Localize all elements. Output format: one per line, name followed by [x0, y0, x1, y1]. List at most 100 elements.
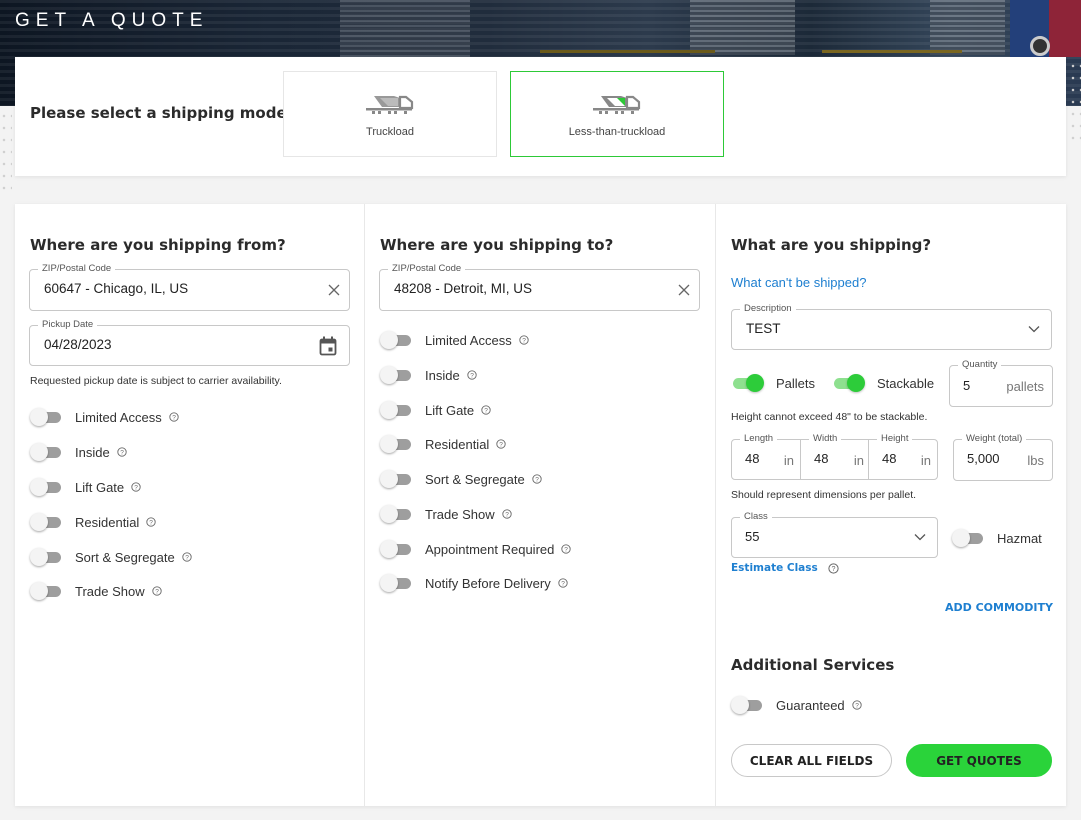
origin-service-limited-access[interactable]: Limited Access ?	[30, 407, 179, 427]
toggle-label: Sort & Segregate	[75, 549, 175, 565]
svg-text:?: ?	[470, 372, 474, 379]
hazmat-toggle[interactable]	[952, 528, 984, 548]
help-icon[interactable]: ?	[169, 412, 179, 422]
additional-service-guaranteed[interactable]: Guaranteed ?	[731, 695, 862, 715]
calendar-icon[interactable]	[319, 336, 337, 356]
mode-option-truckload[interactable]: Truckload	[283, 71, 497, 157]
class-select[interactable]: Class 55	[731, 511, 938, 558]
origin-zip-field[interactable]: ZIP/Postal Code 60647 - Chicago, IL, US	[29, 263, 350, 311]
get-quotes-button[interactable]: GET QUOTES	[906, 744, 1052, 777]
svg-text:?: ?	[522, 337, 526, 344]
pickup-date-field[interactable]: Pickup Date 04/28/2023	[29, 319, 350, 366]
quantity-unit: pallets	[1006, 379, 1044, 394]
svg-text:?: ?	[505, 511, 509, 518]
help-icon[interactable]: ?	[151, 586, 162, 596]
destination-service-trade-show[interactable]: Trade Show ?	[380, 504, 512, 524]
toggle-switch[interactable]	[731, 695, 763, 715]
toggle-switch[interactable]	[380, 573, 412, 593]
quantity-field[interactable]: Quantity 5 pallets	[949, 359, 1053, 407]
commodity-title: What are you shipping?	[731, 236, 932, 254]
toggle-switch[interactable]	[30, 512, 62, 532]
height-unit: in	[920, 453, 931, 468]
toggle-switch[interactable]	[380, 400, 412, 420]
toggle-switch[interactable]	[380, 539, 412, 559]
toggle-label: Appointment Required	[425, 541, 555, 557]
destination-service-notify-before-delivery[interactable]: Notify Before Delivery ?	[380, 573, 568, 593]
help-icon[interactable]: ?	[852, 700, 862, 710]
stackable-note: Height cannot exceed 48" to be stackable…	[731, 411, 928, 423]
hazmat-toggle-row[interactable]: Hazmat	[952, 528, 1042, 548]
quote-form: Where are you shipping from? ZIP/Postal …	[15, 204, 1066, 806]
help-icon[interactable]: ?	[501, 509, 512, 519]
destination-section: Where are you shipping to? ZIP/Postal Co…	[365, 204, 716, 806]
length-field[interactable]: Length 48 in	[731, 433, 801, 480]
svg-text:?: ?	[855, 702, 859, 709]
toggle-switch[interactable]	[380, 434, 412, 454]
destination-service-sort-segregate[interactable]: Sort & Segregate ?	[380, 469, 542, 489]
destination-zip-label: ZIP/Postal Code	[388, 263, 466, 275]
help-icon[interactable]: ?	[561, 544, 572, 554]
help-icon[interactable]: ?	[146, 517, 156, 527]
clear-icon[interactable]	[677, 283, 691, 297]
weight-field[interactable]: Weight (total) 5,000 lbs	[953, 433, 1053, 481]
toggle-switch[interactable]	[380, 504, 412, 524]
origin-service-inside[interactable]: Inside ?	[30, 442, 127, 462]
help-icon[interactable]: ?	[131, 482, 141, 492]
destination-service-appointment-required[interactable]: Appointment Required ?	[380, 539, 572, 559]
help-icon[interactable]: ?	[467, 370, 477, 380]
destination-service-residential[interactable]: Residential ?	[380, 434, 506, 454]
length-label: Length	[740, 433, 778, 445]
toggle-switch[interactable]	[30, 407, 62, 427]
help-icon[interactable]: ?	[519, 335, 529, 345]
clear-all-fields-button[interactable]: CLEAR ALL FIELDS	[731, 744, 892, 777]
help-icon[interactable]: ?	[481, 405, 491, 415]
class-value: 55	[745, 529, 760, 544]
toggle-switch[interactable]	[380, 330, 412, 350]
toggle-switch[interactable]	[380, 469, 412, 489]
toggle-switch[interactable]	[380, 365, 412, 385]
clear-icon[interactable]	[327, 283, 341, 297]
svg-text:?: ?	[484, 407, 488, 414]
pallets-toggle[interactable]	[731, 373, 764, 393]
origin-service-residential[interactable]: Residential ?	[30, 512, 156, 532]
destination-service-inside[interactable]: Inside ?	[380, 365, 477, 385]
decorative-dots	[0, 110, 12, 190]
restricted-items-link[interactable]: What can't be shipped?	[731, 275, 866, 290]
chevron-down-icon[interactable]	[913, 530, 927, 544]
ltl-truck-icon	[593, 95, 641, 114]
svg-text:?: ?	[172, 414, 176, 421]
height-field[interactable]: Height 48 in	[868, 433, 938, 480]
origin-service-trade-show[interactable]: Trade Show ?	[30, 581, 162, 601]
width-field[interactable]: Width 48 in	[800, 433, 869, 480]
toggle-label: Sort & Segregate	[425, 471, 525, 487]
destination-service-lift-gate[interactable]: Lift Gate ?	[380, 400, 491, 420]
description-select[interactable]: Description TEST	[731, 303, 1052, 350]
width-value: 48	[814, 451, 829, 466]
help-icon[interactable]: ?	[828, 562, 839, 574]
help-icon[interactable]: ?	[532, 474, 542, 484]
add-commodity-button[interactable]: ADD COMMODITY	[945, 601, 1053, 614]
stackable-toggle-row[interactable]: Stackable	[832, 373, 934, 393]
toggle-label: Inside	[425, 367, 460, 383]
hero-image-detail	[690, 0, 795, 55]
help-icon[interactable]: ?	[558, 578, 568, 588]
stackable-toggle[interactable]	[832, 373, 865, 393]
toggle-switch[interactable]	[30, 442, 62, 462]
toggle-label: Residential	[425, 436, 490, 452]
toggle-label: Guaranteed	[776, 697, 845, 713]
destination-service-limited-access[interactable]: Limited Access ?	[380, 330, 529, 350]
toggle-switch[interactable]	[30, 581, 62, 601]
origin-service-sort-segregate[interactable]: Sort & Segregate ?	[30, 547, 192, 567]
origin-service-lift-gate[interactable]: Lift Gate ?	[30, 477, 141, 497]
estimate-class-link[interactable]: Estimate Class	[731, 562, 818, 574]
pallets-toggle-row[interactable]: Pallets	[731, 373, 815, 393]
chevron-down-icon[interactable]	[1027, 322, 1041, 336]
help-icon[interactable]: ?	[496, 439, 506, 449]
mode-option-ltl[interactable]: Less-than-truckload	[510, 71, 724, 157]
help-icon[interactable]: ?	[182, 552, 192, 562]
destination-zip-field[interactable]: ZIP/Postal Code 48208 - Detroit, MI, US	[379, 263, 700, 311]
help-icon[interactable]: ?	[117, 447, 127, 457]
toggle-label: Limited Access	[75, 409, 162, 425]
toggle-switch[interactable]	[30, 477, 62, 497]
toggle-switch[interactable]	[30, 547, 62, 567]
